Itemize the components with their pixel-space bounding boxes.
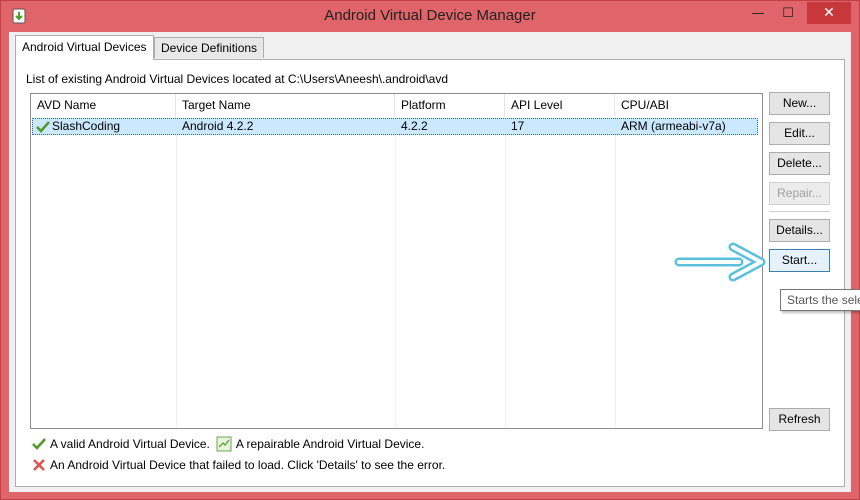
check-icon bbox=[32, 438, 46, 450]
cell-api-level: 17 bbox=[511, 119, 525, 133]
avd-manager-window: Android Virtual Device Manager — ☐ ✕ And… bbox=[0, 0, 860, 500]
button-separator bbox=[769, 211, 830, 212]
start-tooltip: Starts the selected AVD. bbox=[780, 289, 860, 311]
title-bar[interactable]: Android Virtual Device Manager — ☐ ✕ bbox=[1, 1, 859, 32]
close-button[interactable]: ✕ bbox=[807, 2, 851, 24]
start-button[interactable]: Start... bbox=[769, 249, 830, 272]
column-divider bbox=[395, 117, 396, 428]
column-divider bbox=[505, 117, 506, 428]
avd-name-text: SlashCoding bbox=[52, 119, 121, 133]
column-header-cpu-abi[interactable]: CPU/ABI bbox=[615, 94, 762, 117]
table-header: AVD Name Target Name Platform API Level … bbox=[31, 94, 762, 117]
legend-failed-text: An Android Virtual Device that failed to… bbox=[50, 458, 446, 472]
table-row[interactable]: SlashCoding Android 4.2.2 4.2.2 17 ARM (… bbox=[32, 118, 758, 135]
delete-button[interactable]: Delete... bbox=[769, 152, 830, 175]
legend-failed: An Android Virtual Device that failed to… bbox=[32, 458, 445, 472]
tab-device-definitions[interactable]: Device Definitions bbox=[154, 37, 265, 58]
cell-platform: 4.2.2 bbox=[401, 119, 428, 133]
new-button[interactable]: New... bbox=[769, 92, 830, 115]
legend-repairable-text: A repairable Android Virtual Device. bbox=[235, 437, 425, 451]
legend-valid: A valid Android Virtual Device. A repair… bbox=[32, 436, 424, 452]
repair-icon bbox=[216, 436, 232, 452]
cell-target-name: Android 4.2.2 bbox=[182, 119, 254, 133]
annotation-arrow-icon bbox=[674, 242, 766, 282]
minimize-button[interactable]: — bbox=[743, 2, 773, 24]
column-header-avd-name[interactable]: AVD Name bbox=[31, 94, 176, 117]
column-header-api-level[interactable]: API Level bbox=[505, 94, 615, 117]
details-button[interactable]: Details... bbox=[769, 219, 830, 242]
avd-table[interactable]: AVD Name Target Name Platform API Level … bbox=[30, 93, 763, 429]
tab-android-virtual-devices[interactable]: Android Virtual Devices bbox=[15, 35, 154, 60]
column-divider bbox=[615, 117, 616, 428]
legend-valid-text: A valid Android Virtual Device. bbox=[50, 437, 210, 451]
column-header-platform[interactable]: Platform bbox=[395, 94, 505, 117]
edit-button[interactable]: Edit... bbox=[769, 122, 830, 145]
column-header-target-name[interactable]: Target Name bbox=[176, 94, 395, 117]
cell-avd-name: SlashCoding bbox=[33, 119, 177, 134]
check-icon bbox=[36, 120, 50, 133]
maximize-button[interactable]: ☐ bbox=[773, 2, 803, 24]
column-divider bbox=[176, 117, 177, 428]
repair-button[interactable]: Repair... bbox=[769, 182, 830, 205]
window-title: Android Virtual Device Manager bbox=[324, 7, 536, 24]
refresh-button[interactable]: Refresh bbox=[769, 408, 830, 431]
error-x-icon bbox=[33, 459, 45, 471]
cell-cpu-abi: ARM (armeabi-v7a) bbox=[621, 119, 726, 133]
avd-location-label: List of existing Android Virtual Devices… bbox=[26, 72, 449, 86]
